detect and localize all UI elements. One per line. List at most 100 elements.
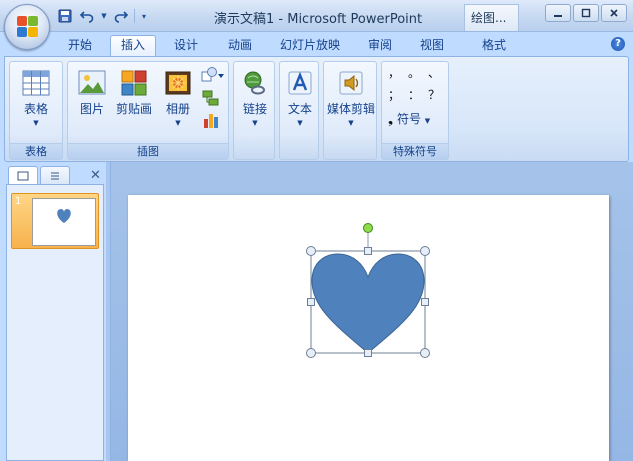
- table-icon: [21, 68, 51, 98]
- symbol-colon[interactable]: ：: [408, 86, 420, 103]
- chevron-down-icon: ▼: [348, 119, 354, 127]
- symbol-enumeration-comma[interactable]: 、: [428, 64, 440, 81]
- resize-handle-bottom-left[interactable]: [306, 348, 316, 358]
- clipart-button-label: 剪贴画: [115, 102, 152, 116]
- window-controls: [545, 4, 627, 22]
- slides-view-icon: [17, 171, 29, 180]
- resize-handle-right[interactable]: [421, 298, 429, 306]
- slide-thumbnail-preview: [32, 198, 96, 246]
- group-media: 媒体剪辑 ▼: [323, 61, 377, 160]
- restore-icon: [581, 8, 591, 18]
- symbol-period[interactable]: 。: [408, 64, 420, 81]
- shapes-icon: [201, 67, 224, 82]
- tab-insert[interactable]: 插入: [110, 35, 156, 57]
- close-icon[interactable]: ✕: [90, 168, 101, 183]
- smartart-icon: [202, 90, 219, 106]
- window-title: 演示文稿1 - Microsoft PowerPoint: [214, 12, 423, 27]
- table-button-label: 表格: [23, 102, 48, 116]
- tab-view[interactable]: 视图: [410, 36, 454, 56]
- tab-animation[interactable]: 动画: [218, 36, 262, 56]
- symbol-semicolon[interactable]: ；: [388, 86, 400, 103]
- help-icon[interactable]: ?: [611, 37, 625, 51]
- text-button-label: 文本: [287, 102, 312, 116]
- media-clip-icon: [336, 68, 366, 98]
- tab-design[interactable]: 设计: [164, 36, 208, 56]
- close-icon: [610, 9, 618, 17]
- tab-format[interactable]: 格式: [470, 36, 518, 56]
- group-label-illustrations: 插图: [68, 143, 228, 159]
- photo-album-button[interactable]: 相册 ▼: [158, 68, 198, 127]
- resize-handle-bottom-right[interactable]: [420, 348, 430, 358]
- shapes-button[interactable]: [200, 66, 224, 86]
- clipart-button[interactable]: 剪贴画: [112, 68, 156, 117]
- minimize-button[interactable]: [545, 4, 571, 22]
- heart-thumbnail-icon: [57, 209, 71, 223]
- office-button[interactable]: [4, 4, 50, 50]
- text-button[interactable]: 文本 ▼: [280, 68, 320, 127]
- clipart-icon: [119, 68, 149, 98]
- outline-view-icon: [51, 172, 59, 179]
- undo-icon[interactable]: [78, 8, 96, 24]
- ribbon-tabs: 开始 插入 设计 动画 幻灯片放映 审阅 视图 格式 ?: [0, 32, 633, 57]
- redo-icon[interactable]: [112, 8, 130, 24]
- text-icon: [285, 68, 315, 98]
- symbol-icon: ❟: [388, 112, 394, 127]
- symbol-question[interactable]: ？: [428, 86, 440, 103]
- hyperlink-button-label: 链接: [242, 102, 267, 116]
- slide-thumbnails: 1: [6, 184, 104, 461]
- tab-home[interactable]: 开始: [58, 36, 102, 56]
- title-bar: ▼ ▾ 演示文稿1 - Microsoft PowerPoint 绘图...: [0, 0, 633, 32]
- minimize-icon: [554, 15, 562, 17]
- tab-review[interactable]: 审阅: [358, 36, 402, 56]
- smartart-button[interactable]: [200, 89, 222, 109]
- chevron-down-icon: ▼: [424, 117, 431, 125]
- resize-handle-top[interactable]: [364, 247, 372, 255]
- slide-number: 1: [15, 196, 22, 207]
- chevron-down-icon: ▼: [33, 119, 39, 127]
- slide-content: [306, 223, 430, 358]
- resize-handle-top-right[interactable]: [420, 246, 430, 256]
- media-clip-button[interactable]: 媒体剪辑 ▼: [324, 68, 378, 127]
- group-tables: 表格 ▼ 表格: [9, 61, 63, 160]
- qat-separator: [134, 9, 135, 23]
- group-label-special-symbols: 特殊符号: [382, 143, 448, 159]
- picture-icon: [77, 68, 107, 98]
- resize-handle-bottom[interactable]: [364, 349, 372, 357]
- chevron-down-icon: ▼: [252, 119, 258, 127]
- chart-button[interactable]: [200, 111, 222, 131]
- group-label-tables: 表格: [10, 143, 62, 159]
- tab-slides-view[interactable]: [8, 166, 38, 184]
- picture-button-label: 图片: [79, 102, 104, 116]
- rotation-handle[interactable]: [363, 223, 373, 233]
- symbol-button[interactable]: ❟ 符号 ▼: [388, 110, 448, 127]
- slide-canvas[interactable]: [128, 195, 609, 461]
- symbol-comma[interactable]: ，: [388, 64, 400, 81]
- office-button-icon: [17, 16, 39, 38]
- symbol-button-label: 符号: [396, 112, 421, 126]
- photo-album-button-label: 相册: [165, 102, 190, 116]
- close-button[interactable]: [601, 4, 627, 22]
- chart-icon: [204, 114, 218, 128]
- link-icon: [240, 68, 270, 98]
- group-illustrations: 图片 剪贴画 相册 ▼ 插图: [67, 61, 229, 160]
- tab-slideshow[interactable]: 幻灯片放映: [272, 36, 348, 56]
- slides-panel: ✕ 1: [0, 162, 106, 461]
- restore-button[interactable]: [573, 4, 599, 22]
- quick-access-toolbar: ▼ ▾: [56, 7, 149, 25]
- slide-thumbnail-selected[interactable]: 1: [11, 193, 99, 249]
- heart-shape[interactable]: [311, 253, 425, 354]
- resize-handle-top-left[interactable]: [306, 246, 316, 256]
- panel-tabs: ✕: [6, 166, 106, 186]
- picture-button[interactable]: 图片: [72, 68, 112, 117]
- group-links: 链接 ▼: [233, 61, 275, 160]
- resize-handle-left[interactable]: [307, 298, 315, 306]
- save-icon[interactable]: [56, 8, 74, 24]
- group-special-symbols: ， 。 、 ； ： ？ ❟ 符号 ▼ 特殊符号: [381, 61, 449, 160]
- table-button[interactable]: 表格 ▼: [16, 68, 56, 127]
- chevron-down-icon: ▼: [297, 119, 303, 127]
- tab-outline-view[interactable]: [40, 166, 70, 184]
- customize-qat-icon[interactable]: ▾: [139, 8, 149, 24]
- hyperlink-button[interactable]: 链接 ▼: [235, 68, 275, 127]
- slide-editing-area: [110, 162, 633, 461]
- undo-dropdown-icon[interactable]: ▼: [100, 8, 108, 24]
